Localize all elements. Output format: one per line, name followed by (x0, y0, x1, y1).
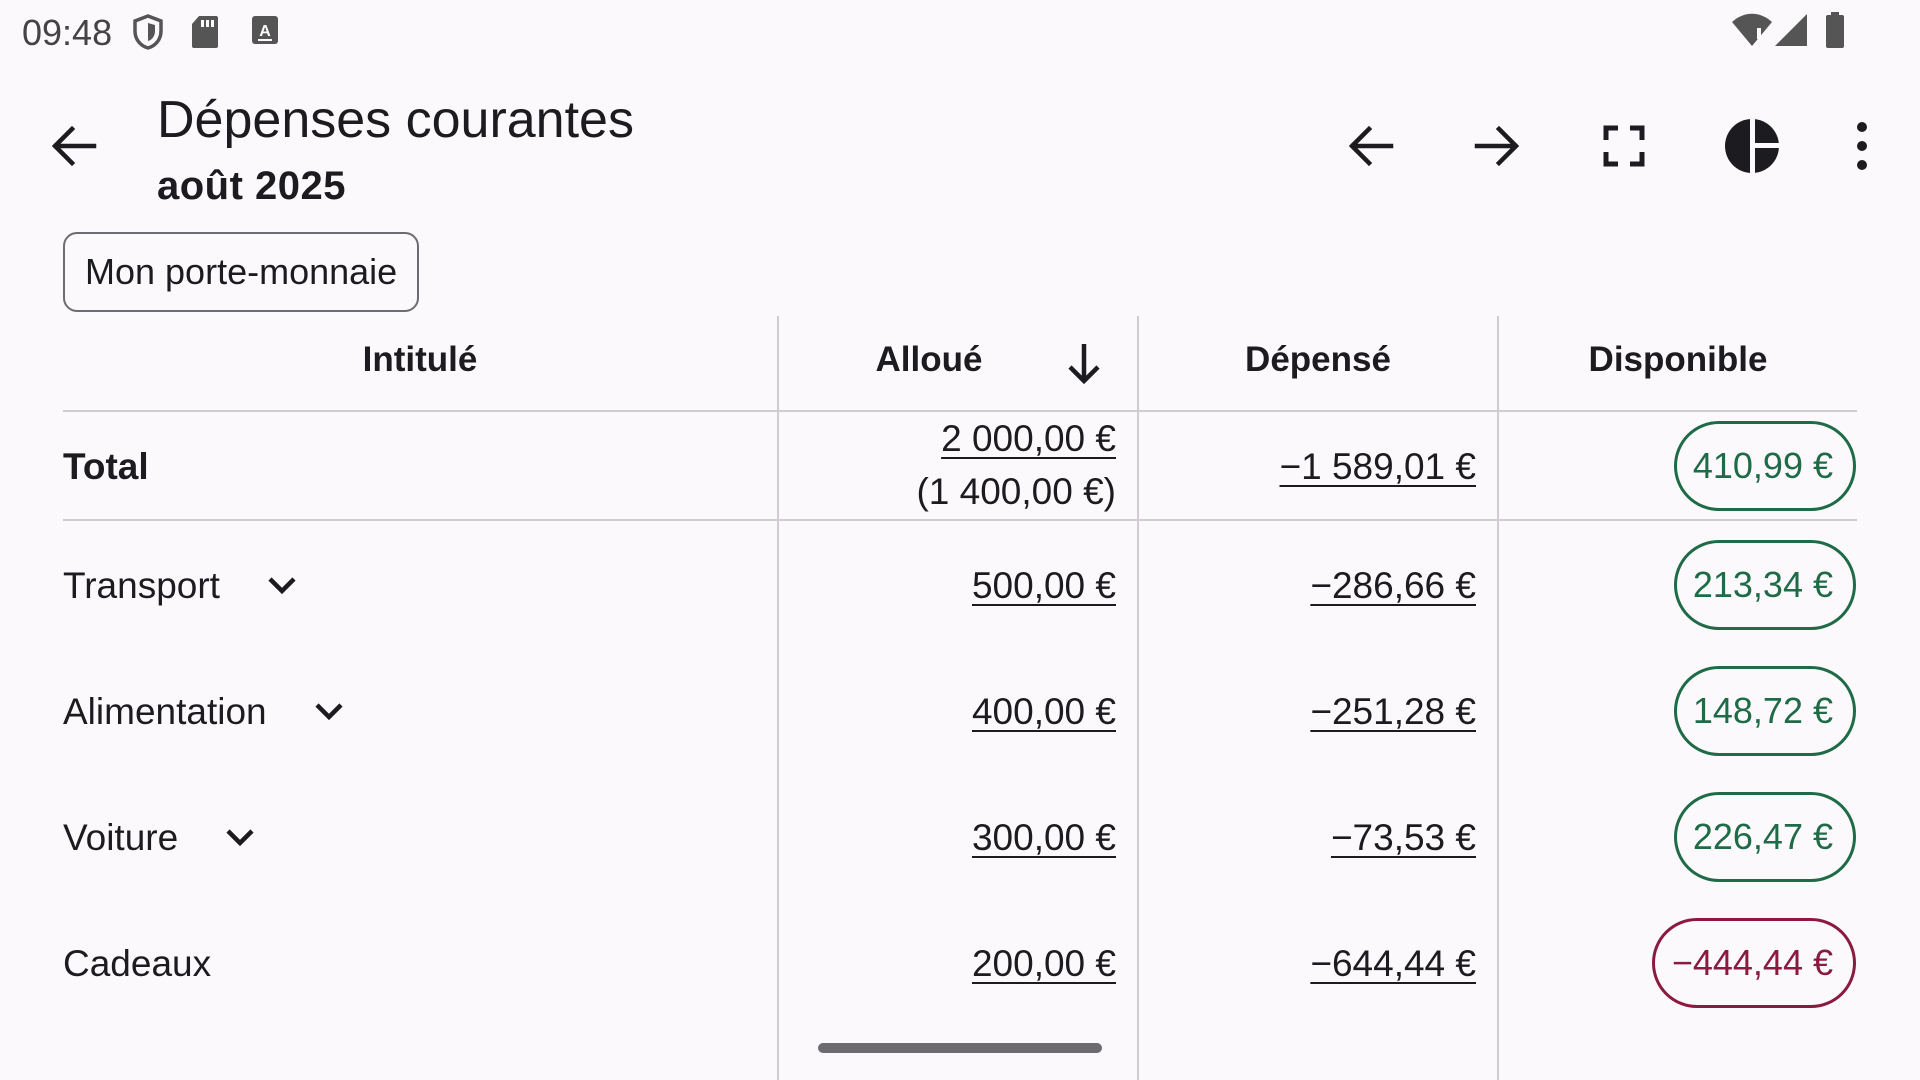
page-subtitle: août 2025 (157, 164, 347, 208)
row-spent[interactable]: −644,44 € (1310, 943, 1476, 985)
row-allocated[interactable]: 400,00 € (972, 691, 1116, 733)
total-allocated[interactable]: 2 000,00 € (941, 418, 1116, 460)
row-allocated[interactable]: 200,00 € (972, 943, 1116, 985)
battery-icon (1826, 12, 1844, 48)
header-available[interactable]: Disponible (1499, 340, 1857, 380)
chevron-down-icon[interactable] (222, 820, 258, 856)
list-item-label[interactable]: Transport (63, 565, 300, 607)
row-available-pill[interactable]: 148,72 € (1674, 666, 1856, 756)
header-spent[interactable]: Dépensé (1139, 340, 1497, 380)
row-allocated[interactable]: 500,00 € (972, 565, 1116, 607)
wallet-filter-chip[interactable]: Mon porte-monnaie (63, 232, 420, 312)
row-spent[interactable]: −251,28 € (1310, 691, 1476, 733)
status-bar: 09:48 A (0, 0, 1920, 62)
row-label-text: Cadeaux (63, 943, 212, 984)
signal-icon (1775, 14, 1807, 46)
pie-chart-icon[interactable] (1722, 116, 1782, 176)
arrow-right-icon[interactable] (1467, 116, 1527, 176)
list-item-label[interactable]: Voiture (63, 817, 258, 859)
row-available: −444,44 € (1671, 942, 1833, 983)
svg-text:A: A (259, 23, 271, 40)
row-available: 148,72 € (1692, 690, 1833, 731)
shield-icon (133, 14, 163, 50)
arrow-down-icon[interactable] (1061, 340, 1107, 386)
page-title: Dépenses courantes (157, 91, 634, 149)
chevron-down-icon[interactable] (311, 694, 347, 730)
row-spent[interactable]: −286,66 € (1310, 565, 1476, 607)
header-label[interactable]: Intitulé (63, 340, 777, 380)
keyboard-a-icon: A (252, 16, 278, 44)
row-spent[interactable]: −73,53 € (1331, 817, 1476, 859)
row-allocated[interactable]: 300,00 € (972, 817, 1116, 859)
total-available: 410,99 € (1692, 445, 1833, 486)
row-label-text: Alimentation (63, 691, 267, 732)
total-allocated-sub: (1 400,00 €) (916, 471, 1116, 512)
sd-card-icon (192, 16, 218, 48)
row-available: 213,34 € (1692, 564, 1833, 605)
more-vert-icon[interactable] (1832, 116, 1892, 176)
chip-label: Mon porte-monnaie (85, 251, 398, 292)
column-divider (1497, 316, 1499, 1080)
row-available-pill[interactable]: −444,44 € (1652, 918, 1856, 1008)
back-arrow-icon[interactable] (44, 116, 104, 176)
total-available-pill[interactable]: 410,99 € (1674, 421, 1856, 511)
total-spent[interactable]: −1 589,01 € (1280, 446, 1477, 488)
column-divider (777, 316, 779, 1080)
header-allocated-label: Alloué (875, 340, 983, 379)
header-allocated[interactable]: Alloué (779, 340, 1079, 380)
header-divider (63, 410, 1857, 412)
list-item-label[interactable]: Alimentation (63, 691, 347, 733)
fullscreen-icon[interactable] (1594, 116, 1654, 176)
row-available-pill[interactable]: 226,47 € (1674, 792, 1856, 882)
app-bar: Dépenses courantes août 2025 (0, 70, 1920, 220)
row-label-text: Voiture (63, 817, 179, 858)
row-available: 226,47 € (1692, 816, 1833, 857)
column-divider (1137, 316, 1139, 1080)
horizontal-scrollbar[interactable] (818, 1043, 1102, 1053)
row-label-text: Transport (63, 565, 220, 606)
chevron-down-icon[interactable] (264, 568, 300, 604)
status-time: 09:48 (22, 12, 113, 53)
arrow-left-icon[interactable] (1341, 116, 1401, 176)
row-available-pill[interactable]: 213,34 € (1674, 540, 1856, 630)
list-item-label[interactable]: Cadeaux (63, 943, 211, 985)
total-label: Total (63, 446, 149, 487)
wifi-icon (1732, 13, 1772, 46)
total-divider (63, 519, 1857, 521)
